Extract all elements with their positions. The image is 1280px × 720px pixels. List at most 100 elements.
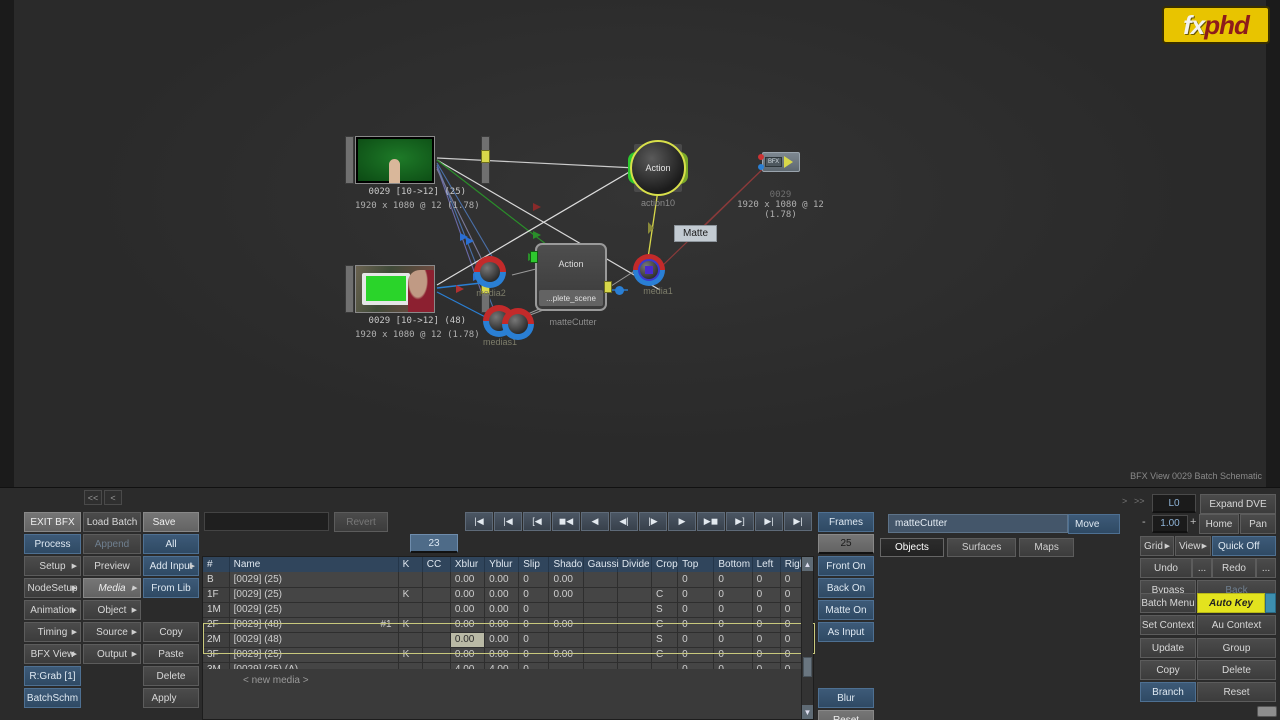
table-row[interactable]: 2F [0029] (48) #1 K 0.00 0.00 0 0.00 C 0 0 0 0 (203, 617, 814, 633)
media1-connector-dot[interactable] (615, 286, 624, 295)
cell-left[interactable]: 0 (752, 572, 781, 588)
layer-level-field[interactable]: L0 (1152, 494, 1196, 513)
tab-objects[interactable]: Objects (880, 538, 944, 557)
back-on-button[interactable]: Back On (818, 578, 874, 598)
cell-k[interactable] (398, 602, 423, 618)
cell-crop[interactable]: C (651, 587, 679, 603)
revert-button[interactable]: Revert (334, 512, 388, 532)
cell-shado[interactable]: 0.00 (548, 647, 584, 663)
media-node-top[interactable]: 0029 [10->12] (25) 1920 x 1080 @ 12 (1.7… (345, 136, 490, 212)
cell-slip[interactable]: 0 (518, 647, 550, 663)
cell-divide[interactable] (617, 617, 653, 633)
media1-target-node[interactable]: media1 (633, 254, 673, 296)
expand-next-button[interactable]: >> (1134, 496, 1145, 506)
cell-idx[interactable]: 2F (203, 617, 230, 633)
cell-cc[interactable] (422, 647, 451, 663)
col-header-bottom[interactable]: Bottom (713, 557, 753, 572)
cell-bottom[interactable]: 0 (713, 587, 753, 603)
cell-left[interactable]: 0 (752, 632, 781, 648)
apply-button[interactable]: Apply (143, 688, 199, 708)
auto-key-button[interactable]: Auto Key (1197, 593, 1265, 613)
scroll-up-arrow[interactable]: ▲ (802, 557, 813, 571)
zoom-plus-button[interactable]: + (1190, 516, 1196, 528)
step-back-button[interactable]: ◀| (610, 512, 638, 531)
cell-shado[interactable]: 0.00 (548, 572, 584, 588)
cell-slip[interactable]: 0 (518, 602, 550, 618)
as-input-button[interactable]: As Input (818, 622, 874, 642)
set-context-button[interactable]: Set Context (1140, 615, 1196, 635)
cell-yblur[interactable]: 0.00 (484, 602, 520, 618)
timing-menu-button[interactable]: Timing (24, 622, 81, 642)
bfx-front-pin[interactable] (758, 154, 764, 160)
cell-slip[interactable]: 0 (518, 632, 550, 648)
cell-k[interactable] (398, 632, 423, 648)
reset-button[interactable]: Reset (1197, 682, 1276, 702)
keyboard-icon[interactable] (1257, 706, 1277, 717)
expand-dve-button[interactable]: Expand DVE (1200, 494, 1276, 514)
col-header-index[interactable]: # (203, 557, 230, 572)
cell-top[interactable]: 0 (677, 602, 715, 618)
matte-chip[interactable]: Matte (674, 225, 718, 242)
cell-top[interactable]: 0 (677, 572, 715, 588)
cell-xblur[interactable]: 0.00 (450, 602, 486, 618)
source-menu-button[interactable]: Source (83, 622, 141, 642)
nodesetup-menu-button[interactable]: NodeSetup (24, 578, 81, 598)
delete-button[interactable]: Delete (143, 666, 199, 686)
blur-button[interactable]: Blur (818, 688, 874, 708)
update-button[interactable]: Update (1140, 638, 1196, 658)
quick-off-button[interactable]: Quick Off (1212, 536, 1276, 556)
matte-on-button[interactable]: Matte On (818, 600, 874, 620)
cell-crop[interactable] (651, 572, 679, 588)
group-button[interactable]: Group (1197, 638, 1276, 658)
col-header-top[interactable]: Top (677, 557, 715, 572)
preview-button[interactable]: Preview (83, 556, 141, 576)
step-forward-button[interactable]: |▶ (639, 512, 667, 531)
au-context-button[interactable]: Au Context (1197, 615, 1276, 635)
exit-bfx-button[interactable]: EXIT BFX (24, 512, 81, 532)
current-frame-field[interactable]: 23 (410, 534, 458, 553)
col-header-yblur[interactable]: Yblur (484, 557, 520, 572)
cell-top[interactable]: 0 (677, 587, 715, 603)
cell-name[interactable]: [0029] (48) #1 (229, 617, 399, 633)
medias1-target-node-2[interactable] (502, 308, 534, 340)
home-button[interactable]: Home (1199, 514, 1239, 534)
object-menu-button[interactable]: Object (83, 600, 141, 620)
cell-crop[interactable]: C (651, 647, 679, 663)
from-lib-button[interactable]: From Lib (143, 578, 199, 598)
play-icon[interactable] (783, 156, 793, 168)
zoom-value-field[interactable]: 1.00 (1152, 515, 1188, 533)
prev-segment-button[interactable]: [◀ (523, 512, 551, 531)
pan-button[interactable]: Pan (1240, 514, 1276, 534)
node-output-port[interactable] (480, 150, 490, 163)
action-node-circular[interactable]: Action (628, 140, 688, 196)
bfx-matte-pin[interactable] (758, 164, 764, 170)
cell-bottom[interactable]: 0 (713, 572, 753, 588)
output-menu-button[interactable]: Output (83, 644, 141, 664)
cell-bottom[interactable]: 0 (713, 647, 753, 663)
table-row[interactable]: 3F [0029] (25) K 0.00 0.00 0 0.00 C 0 0 0 0 (203, 647, 814, 663)
next-segment-button[interactable]: ▶] (726, 512, 754, 531)
process-button[interactable]: Process (24, 534, 81, 554)
tab-maps[interactable]: Maps (1019, 538, 1074, 557)
col-header-shadow[interactable]: Shado (548, 557, 584, 572)
all-button[interactable]: All (143, 534, 199, 554)
append-button[interactable]: Append (83, 534, 141, 554)
cell-k[interactable]: K (398, 647, 423, 663)
bfx-output-node[interactable]: BFX (758, 152, 800, 172)
table-row[interactable]: B [0029] (25) 0.00 0.00 0 0.00 0 0 0 0 (203, 572, 814, 588)
cell-cc[interactable] (422, 632, 451, 648)
cell-idx[interactable]: 1F (203, 587, 230, 603)
col-header-name[interactable]: Name (229, 557, 399, 572)
load-batch-button[interactable]: Load Batch (83, 512, 141, 532)
cell-xblur[interactable]: 0.00 (450, 632, 486, 648)
cell-name[interactable]: [0029] (25) (229, 572, 399, 588)
play-button[interactable]: ▶ (668, 512, 696, 531)
cell-shado[interactable]: 0.00 (548, 617, 584, 633)
mattecutter-output-pin[interactable] (604, 281, 612, 293)
cell-yblur[interactable]: 0.00 (484, 617, 520, 633)
cell-crop[interactable]: C (651, 617, 679, 633)
setup-menu-button[interactable]: Setup (24, 556, 81, 576)
cell-xblur[interactable]: 0.00 (450, 587, 486, 603)
prev-marker-button[interactable]: ◼◀ (552, 512, 580, 531)
cell-gauss[interactable] (583, 572, 618, 588)
